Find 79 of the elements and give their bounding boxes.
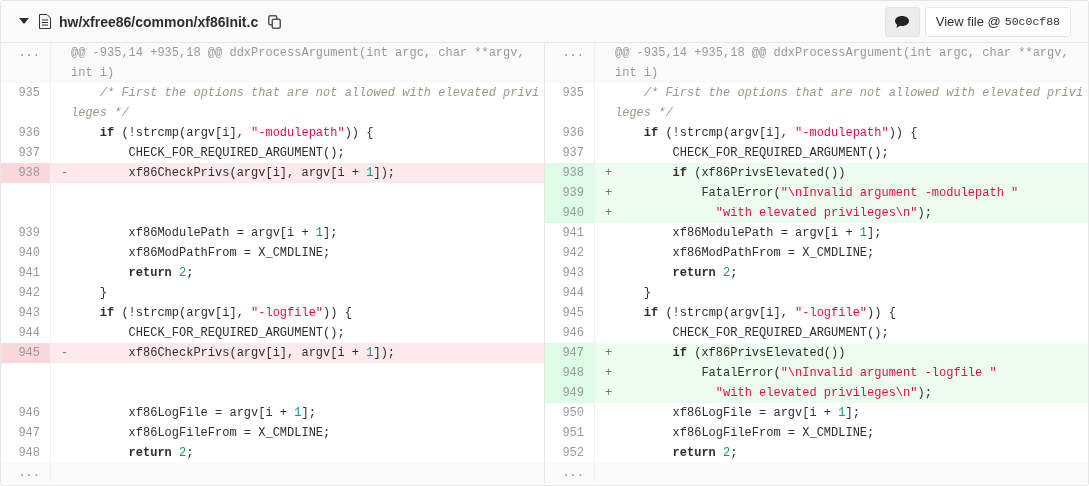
diff-sign: + (605, 205, 614, 222)
line-number[interactable]: 938 (1, 163, 51, 183)
code-line: xf86ModPathFrom = X_CMDLINE; (671, 245, 876, 262)
code-line: if (!strcmp(argv[i], "-logfile")) { (98, 305, 353, 322)
diff-sign: + (605, 385, 614, 402)
line-number[interactable]: 935 (1, 83, 51, 123)
hunk-header: @@ -935,14 +935,18 @@ ddxProcessArgument(int argc, char **argv, int i) (51, 43, 545, 83)
line-number[interactable]: 951 (545, 423, 595, 443)
code-line: xf86CheckPrivs(argv[i], argv[i + 1]); (127, 345, 397, 362)
code-line: CHECK_FOR_REQUIRED_ARGUMENT(); (127, 325, 346, 342)
code-line: } (642, 285, 652, 302)
code-line: return 2; (671, 445, 739, 462)
line-number[interactable]: 944 (545, 283, 595, 303)
diff-sign: + (605, 365, 614, 382)
line-number[interactable]: 939 (1, 223, 51, 243)
line-number[interactable]: 943 (545, 263, 595, 283)
code-line: xf86LogFile = argv[i + 1]; (127, 405, 317, 422)
diff-sign: + (605, 185, 614, 202)
comment-button[interactable] (884, 6, 920, 37)
line-number[interactable]: 941 (545, 223, 595, 243)
diff-sign: - (61, 345, 70, 362)
code-line: FatalError("\nInvalid argument -logfile " (700, 365, 998, 382)
line-number[interactable]: 945 (545, 303, 595, 323)
code-line: if (!strcmp(argv[i], "-modulepath")) { (642, 125, 919, 142)
code-line: xf86ModulePath = argv[i + 1]; (127, 225, 339, 242)
line-number[interactable]: 948 (545, 363, 595, 383)
file-path: hw/xfree86/common/xf86Init.c (59, 13, 259, 30)
line-number[interactable]: 947 (545, 343, 595, 363)
caret-icon[interactable] (19, 18, 29, 25)
line-number[interactable]: 938 (545, 163, 595, 183)
code-line: } (98, 285, 108, 302)
copy-icon[interactable] (268, 14, 282, 29)
diff-sign: - (61, 165, 70, 182)
expand-lines-button[interactable]: ... (545, 43, 595, 83)
line-number[interactable]: 935 (545, 83, 595, 123)
speech-bubble-icon (895, 15, 910, 28)
code-line: return 2; (127, 445, 195, 462)
line-number[interactable]: 942 (1, 283, 51, 303)
code-line: if (!strcmp(argv[i], "-logfile")) { (642, 305, 897, 322)
code-line: "with elevated privileges\n"); (714, 385, 933, 402)
code-line: return 2; (127, 265, 195, 282)
hunk-header: @@ -935,14 +935,18 @@ ddxProcessArgument(int argc, char **argv, int i) (595, 43, 1088, 83)
line-number[interactable]: 947 (1, 423, 51, 443)
view-file-button[interactable]: View file @ 50c0cf88 (924, 6, 1071, 37)
code-line: if (!strcmp(argv[i], "-modulepath")) { (98, 125, 375, 142)
expand-lines-button[interactable]: ... (545, 463, 595, 483)
code-line: /* First the options that are not allowed with elevated privileges */ (71, 85, 540, 122)
code-line: xf86LogFile = argv[i + 1]; (671, 405, 861, 422)
code-line: CHECK_FOR_REQUIRED_ARGUMENT(); (671, 145, 890, 162)
expand-lines-button[interactable]: ... (1, 43, 51, 83)
code-line: CHECK_FOR_REQUIRED_ARGUMENT(); (671, 325, 890, 342)
code-line: if (xf86PrivsElevated()) (671, 345, 847, 362)
diff-sign: + (605, 165, 614, 182)
line-number[interactable]: 936 (545, 123, 595, 143)
line-number[interactable]: 941 (1, 263, 51, 283)
diff-sign: + (605, 345, 614, 362)
line-number[interactable]: 940 (545, 203, 595, 223)
code-line: "with elevated privileges\n"); (714, 205, 933, 222)
code-line: xf86ModPathFrom = X_CMDLINE; (127, 245, 332, 262)
line-number[interactable]: 946 (1, 403, 51, 423)
code-line: CHECK_FOR_REQUIRED_ARGUMENT(); (127, 145, 346, 162)
line-number[interactable]: 939 (545, 183, 595, 203)
code-line: xf86LogFileFrom = X_CMDLINE; (671, 425, 876, 442)
code-line: xf86ModulePath = argv[i + 1]; (671, 225, 883, 242)
line-number[interactable]: 945 (1, 343, 51, 363)
line-number[interactable]: 943 (1, 303, 51, 323)
code-line: xf86CheckPrivs(argv[i], argv[i + 1]); (127, 165, 397, 182)
code-line: xf86LogFileFrom = X_CMDLINE; (127, 425, 332, 442)
code-line: return 2; (671, 265, 739, 282)
code-line: /* First the options that are not allowed with elevated privileges */ (615, 85, 1084, 122)
file-icon (39, 14, 51, 29)
line-number[interactable]: 936 (1, 123, 51, 143)
code-line: FatalError("\nInvalid argument -modulepath " (700, 185, 1020, 202)
line-number[interactable]: 942 (545, 243, 595, 263)
line-number[interactable]: 940 (1, 243, 51, 263)
line-number[interactable]: 949 (545, 383, 595, 403)
code-line: if (xf86PrivsElevated()) (671, 165, 847, 182)
line-number[interactable]: 950 (545, 403, 595, 423)
expand-lines-button[interactable]: ... (1, 463, 51, 483)
